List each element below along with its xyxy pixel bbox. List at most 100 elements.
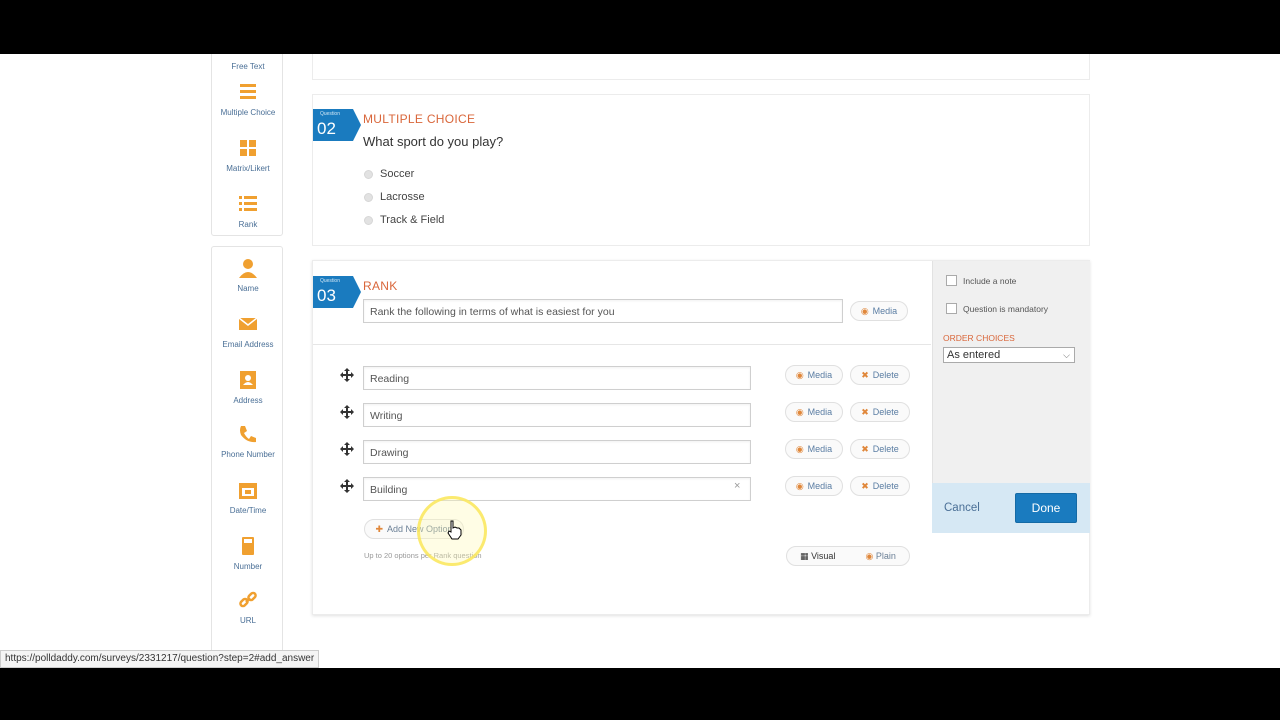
option-media-button[interactable]: ◉ Media (785, 476, 843, 496)
tool-url[interactable]: URL (212, 589, 284, 625)
delete-label: Delete (872, 407, 899, 417)
option-input[interactable]: Reading (363, 366, 751, 390)
tool-label: Email Address (222, 340, 274, 349)
option-delete-button[interactable]: ✖ Delete (850, 439, 910, 459)
tool-label: Rank (238, 220, 258, 229)
option-delete-button[interactable]: ✖ Delete (850, 365, 910, 385)
tool-matrix-likert[interactable]: Matrix/Likert (212, 137, 284, 173)
question-card-02[interactable]: Question 02 MULTIPLE CHOICE What sport d… (312, 94, 1090, 246)
badge-caption: Question (319, 111, 340, 117)
page-viewport: Free Text Multiple Choice Matrix/Likert … (0, 54, 1280, 668)
tool-phone-number[interactable]: Phone Number (212, 423, 284, 459)
media-label: Media (807, 370, 833, 380)
toolbox-group-contact: Name Email Address Address Phone Number … (211, 246, 283, 656)
camera-icon: ◉ (860, 305, 869, 316)
tool-label: Date/Time (229, 506, 267, 515)
question-media-button[interactable]: ◉ Media (850, 301, 908, 321)
option-media-button[interactable]: ◉ Media (785, 365, 843, 385)
tool-label: Phone Number (221, 450, 275, 459)
choice-radio[interactable] (364, 170, 373, 179)
include-note-checkbox[interactable] (946, 275, 957, 286)
chevron-down-icon: ⌵ (1063, 350, 1070, 360)
question-type-label: MULTIPLE CHOICE (363, 112, 476, 126)
delete-label: Delete (872, 444, 899, 454)
tool-label: Address (233, 396, 263, 405)
badge-caption: Question (319, 278, 340, 284)
question-card-03-editor: Question 03 RANK Rank the following in t… (312, 260, 1090, 615)
tool-label: Name (237, 284, 259, 293)
camera-icon: ◉ (795, 443, 804, 454)
badge-number: 03 (317, 286, 336, 305)
delete-label: Delete (872, 370, 899, 380)
option-media-button[interactable]: ◉ Media (785, 439, 843, 459)
mandatory-checkbox[interactable] (946, 303, 957, 314)
drag-handle-icon[interactable] (340, 479, 354, 493)
rank-icon (239, 196, 257, 211)
option-input[interactable]: Writing (363, 403, 751, 427)
list-icon (240, 84, 256, 99)
visual-label: Visual (811, 550, 836, 561)
choice-radio[interactable] (364, 216, 373, 225)
option-input[interactable]: Drawing (363, 440, 751, 464)
delete-label: Delete (872, 481, 899, 491)
toolbox-group-questions: Free Text Multiple Choice Matrix/Likert … (211, 54, 283, 236)
close-icon: ✖ (861, 369, 869, 380)
media-label: Media (807, 481, 833, 491)
close-icon: ✖ (861, 443, 869, 454)
drag-handle-icon[interactable] (340, 368, 354, 382)
question-settings-panel: Include a note Question is mandatory ORD… (932, 261, 1090, 483)
option-media-button[interactable]: ◉ Media (785, 402, 843, 422)
tool-number[interactable]: Number (212, 535, 284, 571)
camera-icon: ◉ (795, 480, 804, 491)
address-book-icon (240, 371, 256, 389)
plain-icon: ◉ (865, 550, 874, 561)
drag-handle-icon[interactable] (340, 442, 354, 456)
choice-label: Soccer (380, 168, 415, 180)
hand-cursor-icon (447, 520, 462, 540)
calendar-icon (239, 483, 257, 499)
question-type-label: RANK (363, 279, 398, 293)
media-label: Media (807, 444, 833, 454)
option-delete-button[interactable]: ✖ Delete (850, 402, 910, 422)
plus-circle-icon: ✚ (375, 523, 383, 534)
badge-number: 02 (317, 119, 336, 138)
question-text-input[interactable]: Rank the following in terms of what is e… (363, 299, 843, 323)
order-choices-select[interactable]: As entered ⌵ (943, 347, 1075, 363)
media-label: Media (807, 407, 833, 417)
drag-handle-icon[interactable] (340, 405, 354, 419)
cancel-button[interactable]: Cancel (944, 502, 980, 514)
tool-name[interactable]: Name (212, 257, 284, 293)
tool-multiple-choice[interactable]: Multiple Choice (212, 81, 284, 117)
link-icon (239, 591, 257, 608)
choice-label: Track & Field (380, 214, 445, 226)
option-delete-button[interactable]: ✖ Delete (850, 476, 910, 496)
choice-radio[interactable] (364, 193, 373, 202)
include-note-label: Include a note (963, 275, 1017, 286)
calculator-icon (242, 537, 254, 555)
clear-input-icon[interactable]: × (734, 480, 740, 492)
grid-icon (240, 140, 256, 156)
plain-label: Plain (875, 550, 896, 561)
plain-mode-button[interactable]: ◉ Plain (866, 551, 896, 562)
tool-address[interactable]: Address (212, 369, 284, 405)
tool-label: Free Text (231, 62, 265, 71)
tool-label: Number (233, 562, 263, 571)
tool-email-address[interactable]: Email Address (212, 313, 284, 349)
tool-rank[interactable]: Rank (212, 193, 284, 229)
tool-free-text[interactable]: Free Text (212, 57, 284, 71)
question-card-previous[interactable] (312, 54, 1090, 80)
option-input-active[interactable]: Building (363, 477, 751, 501)
video-letterbox-top (0, 0, 1280, 54)
tool-label: URL (239, 616, 256, 625)
tool-date-time[interactable]: Date/Time (212, 479, 284, 515)
camera-icon: ◉ (795, 369, 804, 380)
editor-mode-toggle: ▦ Visual ◉ Plain (786, 546, 910, 566)
close-icon: ✖ (861, 406, 869, 417)
video-letterbox-bottom (0, 668, 1280, 720)
visual-mode-button[interactable]: ▦ Visual (800, 551, 835, 562)
done-button[interactable]: Done (1015, 493, 1077, 523)
phone-icon (240, 426, 256, 443)
media-label: Media (872, 306, 898, 316)
tool-label: Matrix/Likert (226, 164, 270, 173)
mandatory-label: Question is mandatory (963, 303, 1049, 314)
